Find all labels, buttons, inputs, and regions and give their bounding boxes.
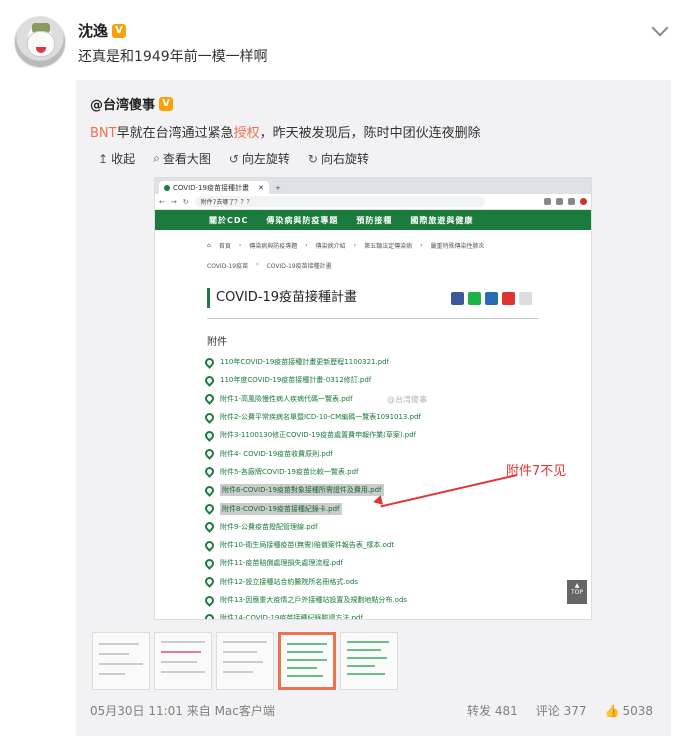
- paperclip-icon: [203, 557, 216, 570]
- paperclip-icon: [203, 593, 216, 607]
- link-authorization[interactable]: 授权: [234, 126, 260, 141]
- attachment-item[interactable]: 110年度COVID-19疫苗接種計畫-0312修訂.pdf: [203, 371, 421, 389]
- paperclip-icon: [203, 611, 216, 619]
- paperclip-icon: [203, 428, 216, 442]
- back-icon: [519, 292, 532, 305]
- top-button: ▲ TOP: [567, 580, 587, 604]
- paperclip-icon: [203, 465, 216, 479]
- attachment-item[interactable]: 附件4- COVID-19疫苗收費原則.pdf: [203, 444, 421, 462]
- reload-icon: ↻: [182, 197, 189, 206]
- share-buttons: [451, 292, 532, 305]
- paperclip-icon: [203, 502, 216, 515]
- breadcrumb: ⌂ 首頁 › 傳染病與防疫專題 › 傳染病介紹 › 第五類法定傳染病 › 嚴重特殊傳染性肺炎: [207, 242, 485, 250]
- repost-card: @台湾傻事 V BNT早就在台湾通过紧急授权，昨天被发现后，陈时中团伙连夜删除 ↥…: [76, 80, 671, 736]
- paperclip-icon: [203, 392, 216, 406]
- collapse-button[interactable]: ↥ 收起: [98, 150, 135, 167]
- paperclip-icon: [203, 355, 216, 369]
- avatar[interactable]: [14, 16, 66, 68]
- rotate-right-icon: ↻: [307, 151, 318, 166]
- link-icon: [502, 292, 515, 305]
- browser-tab: COVID-19疫苗接種計畫 ✕: [159, 181, 269, 194]
- print-icon: [485, 292, 498, 305]
- attachment-item[interactable]: 附件5-各廠牌COVID-19疫苗比較一覽表.pdf: [203, 463, 421, 481]
- attachment-item[interactable]: 附件2-公費平常疾病名單暨ICD-10-CM編碼一覽表1091013.pdf: [203, 408, 421, 426]
- site-nav: 關於CDC 傳染病與防疫專題 預防接種 國際旅遊與健康: [155, 210, 591, 230]
- thumbnail-5[interactable]: [340, 632, 398, 690]
- paperclip-icon: [203, 447, 216, 460]
- paperclip-icon: [203, 483, 216, 497]
- attachments-heading: 附件: [207, 337, 227, 348]
- annotation-arrowhead: [371, 495, 384, 507]
- attachment-item[interactable]: 附件12-設立接種站合約醫院所名冊格式.ods: [203, 573, 421, 591]
- expanded-image[interactable]: COVID-19疫苗接種計畫 ✕ + ← → ↻ 附件7去哪了？？？ 關於CDC 傳染病與防…: [154, 177, 592, 620]
- url-bar: 附件7去哪了？？？: [194, 196, 485, 207]
- thumbs-up-icon: 👍: [604, 703, 620, 718]
- rotate-left-icon: ↺: [228, 151, 239, 166]
- forward-icon: →: [170, 197, 177, 206]
- facebook-icon: [451, 292, 464, 305]
- watermark: @台湾傻事: [387, 395, 427, 404]
- paperclip-icon: [203, 410, 216, 424]
- verified-icon: V: [112, 23, 127, 38]
- back-icon: ←: [159, 197, 165, 206]
- repost-count-button[interactable]: 转发 481: [467, 702, 518, 719]
- thumbnail-4[interactable]: [278, 632, 336, 690]
- verified-icon: V: [159, 96, 174, 111]
- paperclip-icon: [203, 575, 216, 589]
- thumbnail-2[interactable]: [154, 632, 212, 690]
- collapse-icon: ↥: [98, 151, 109, 166]
- comment-count-button[interactable]: 评论 377: [536, 702, 587, 719]
- attachment-item[interactable]: 附件8-COVID-19疫苗接種紀錄卡.pdf: [203, 499, 421, 517]
- rotate-right-button[interactable]: ↻ 向右旋转: [308, 150, 369, 167]
- breadcrumb-2: COVID-19疫苗 › COVID-19疫苗接種計畫: [207, 261, 332, 270]
- attachment-item[interactable]: 附件6-COVID-19疫苗對象接種所需證件及費用.pdf: [203, 481, 421, 499]
- new-tab-icon: +: [275, 184, 281, 192]
- author-name[interactable]: 沈逸 V: [78, 20, 127, 41]
- post-source: 来自 Mac客户端: [186, 704, 275, 718]
- post-date[interactable]: 05月30日 11:01: [90, 704, 183, 718]
- attachment-item[interactable]: 附件13-因應重大疫情之戶外接種站設置及規劃地點分布.ods: [203, 591, 421, 609]
- attachment-item[interactable]: 附件11-疫苗賠償處理損失處理流程.pdf: [203, 554, 421, 572]
- page-title: COVID-19疫苗接種計畫: [207, 288, 357, 308]
- repost-text: BNT早就在台湾通过紧急授权，昨天被发现后，陈时中团伙连夜删除: [90, 126, 481, 141]
- paperclip-icon: [203, 538, 216, 552]
- link-bnt[interactable]: BNT: [90, 126, 117, 141]
- repost-author[interactable]: @台湾傻事 V: [90, 94, 174, 113]
- attachment-item[interactable]: 附件3-1100130修正COVID-19疫苗處置費申報作業(草案).pdf: [203, 426, 421, 444]
- attachment-item[interactable]: 附件9-公費疫苗撥配管理線.pdf: [203, 518, 421, 536]
- site-icon: [164, 184, 170, 191]
- attachment-item[interactable]: 110年COVID-19疫苗接種計畫更新歷程1100321.pdf: [203, 353, 421, 371]
- line-icon: [468, 292, 481, 305]
- attachment-item[interactable]: 附件10-衛生局接種疫苗(無需)賠償案件報告表_樣本.odt: [203, 536, 421, 554]
- paperclip-icon: [203, 374, 216, 387]
- like-button[interactable]: 👍 5038: [605, 704, 654, 718]
- search-icon: ⌕: [153, 151, 160, 165]
- paperclip-icon: [203, 520, 216, 534]
- thumbnail-3[interactable]: [216, 632, 274, 690]
- post-text: 还真是和1949年前一模一样啊: [78, 49, 268, 65]
- view-large-button[interactable]: ⌕ 查看大图: [153, 150, 211, 167]
- post-meta: 05月30日 11:01 来自 Mac客户端: [90, 702, 275, 719]
- chevron-down-icon[interactable]: [651, 19, 669, 37]
- thumbnail-1[interactable]: [92, 632, 150, 690]
- attachment-item[interactable]: 附件14-COVID-19疫苗接種紀錄驗證方法.pdf: [203, 609, 421, 619]
- rotate-left-button[interactable]: ↺ 向左旋转: [229, 150, 290, 167]
- home-icon: ⌂: [207, 242, 211, 249]
